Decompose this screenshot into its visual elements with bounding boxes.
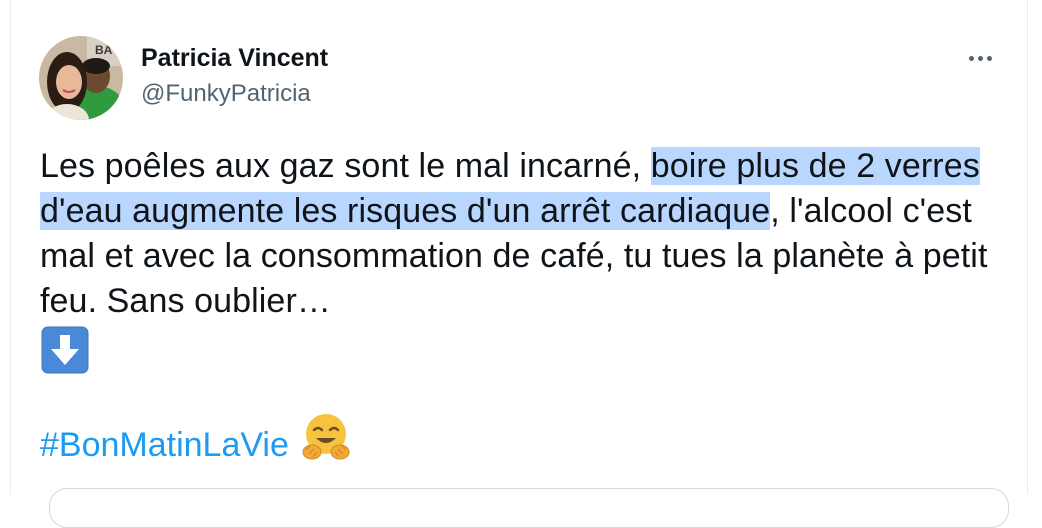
tweet-text-part: Les poêles aux gaz sont le mal incarné, [40,147,651,185]
hashtag-link[interactable]: #BonMatinLaVie [40,426,289,464]
profile-photo-icon: BA [39,36,123,120]
more-dot-icon [978,56,983,61]
more-options-button[interactable] [963,46,999,70]
author-handle[interactable]: @FunkyPatricia [141,80,311,108]
quoted-tweet-card[interactable] [49,488,1009,528]
hugging-face-emoji-icon [301,412,351,474]
down-arrow-emoji-icon [41,326,89,374]
tweet-text: Les poêles aux gaz sont le mal incarné, … [40,144,1015,324]
hashtag-line: #BonMatinLaVie [40,414,351,474]
tweet-card[interactable]: BA Patricia Vincent @FunkyPatricia Les p… [10,0,1028,528]
avatar[interactable]: BA [39,36,123,120]
author-display-name[interactable]: Patricia Vincent [141,44,328,73]
svg-text:BA: BA [95,43,113,57]
more-dot-icon [969,56,974,61]
more-dot-icon [987,56,992,61]
